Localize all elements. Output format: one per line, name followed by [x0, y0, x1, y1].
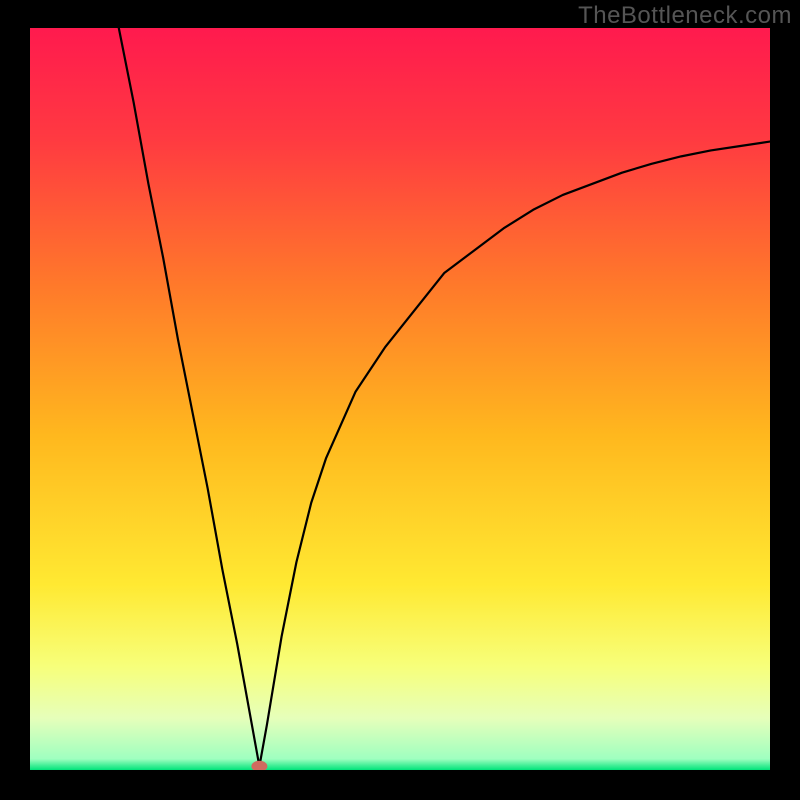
chart-frame: TheBottleneck.com — [0, 0, 800, 800]
watermark-text: TheBottleneck.com — [578, 2, 792, 30]
chart-svg — [30, 28, 770, 770]
plot-area — [30, 28, 770, 770]
